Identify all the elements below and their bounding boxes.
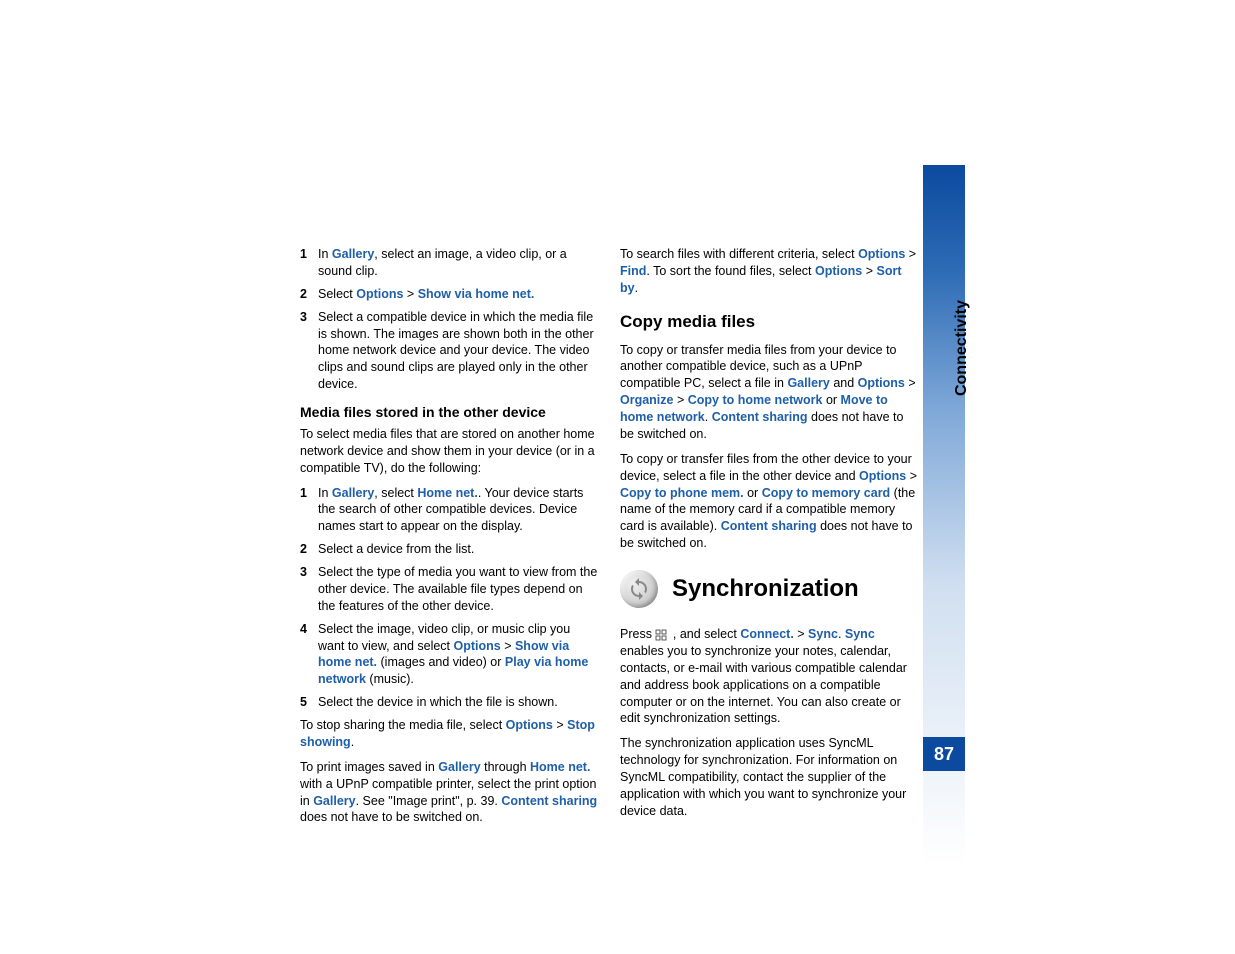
list-item: 2 Select a device from the list.: [300, 541, 600, 558]
link-find[interactable]: Find: [620, 264, 646, 278]
step-text: Select a compatible device in which the …: [318, 309, 600, 393]
paragraph: To stop sharing the media file, select O…: [300, 717, 600, 751]
link-sync[interactable]: Sync: [845, 627, 875, 641]
link-connect[interactable]: Connect.: [740, 627, 793, 641]
heading-row: Synchronization: [620, 570, 920, 608]
page-number: 87: [923, 737, 965, 771]
right-column: To search files with different criteria,…: [620, 246, 920, 834]
step-text: Select Options > Show via home net.: [318, 286, 600, 303]
link-content-sharing[interactable]: Content sharing: [712, 410, 808, 424]
link-options[interactable]: Options: [454, 639, 501, 653]
link-options[interactable]: Options: [858, 376, 905, 390]
paragraph: To select media files that are stored on…: [300, 426, 600, 477]
step-number: 1: [300, 246, 318, 280]
step-number: 4: [300, 621, 318, 689]
paragraph: To search files with different criteria,…: [620, 246, 920, 297]
heading-media-files: Media files stored in the other device: [300, 403, 600, 422]
link-gallery[interactable]: Gallery: [313, 794, 355, 808]
page: Connectivity 87 1 In Gallery, select an …: [0, 0, 1235, 954]
list-item: 3 Select the type of media you want to v…: [300, 564, 600, 615]
link-organize[interactable]: Organize: [620, 393, 674, 407]
step-text: Select the image, video clip, or music c…: [318, 621, 600, 689]
link-options[interactable]: Options: [356, 287, 403, 301]
link-content-sharing[interactable]: Content sharing: [501, 794, 597, 808]
link-home-net[interactable]: Home net.: [417, 486, 477, 500]
paragraph: To print images saved in Gallery through…: [300, 759, 600, 827]
step-text: Select the device in which the file is s…: [318, 694, 600, 711]
sync-icon: [620, 570, 658, 608]
link-show-via-home-net[interactable]: Show via home net.: [418, 287, 535, 301]
link-gallery[interactable]: Gallery: [332, 247, 374, 261]
paragraph: To copy or transfer media files from you…: [620, 342, 920, 443]
link-copy-to-memory-card[interactable]: Copy to memory card: [762, 486, 891, 500]
step-text: Select a device from the list.: [318, 541, 600, 558]
step-number: 5: [300, 694, 318, 711]
link-options[interactable]: Options: [859, 469, 906, 483]
link-content-sharing[interactable]: Content sharing: [721, 519, 817, 533]
step-number: 2: [300, 541, 318, 558]
link-options[interactable]: Options: [815, 264, 862, 278]
step-number: 3: [300, 564, 318, 615]
list-item: 1 In Gallery, select an image, a video c…: [300, 246, 600, 280]
link-copy-to-phone-mem[interactable]: Copy to phone mem.: [620, 486, 744, 500]
step-number: 3: [300, 309, 318, 393]
list-item: 2 Select Options > Show via home net.: [300, 286, 600, 303]
chapter-label: Connectivity: [953, 300, 971, 396]
link-options[interactable]: Options: [506, 718, 553, 732]
paragraph: The synchronization application uses Syn…: [620, 735, 920, 819]
paragraph: To copy or transfer files from the other…: [620, 451, 920, 552]
link-copy-to-home-network[interactable]: Copy to home network: [688, 393, 823, 407]
link-home-net[interactable]: Home net.: [530, 760, 590, 774]
list-item: 4 Select the image, video clip, or music…: [300, 621, 600, 689]
list-item: 5 Select the device in which the file is…: [300, 694, 600, 711]
heading-copy-media-files: Copy media files: [620, 311, 920, 334]
step-number: 1: [300, 485, 318, 536]
refresh-icon: [627, 577, 651, 601]
link-options[interactable]: Options: [858, 247, 905, 261]
link-sync[interactable]: Sync: [808, 627, 838, 641]
step-number: 2: [300, 286, 318, 303]
paragraph: Press , and select Connect. > Sync. Sync…: [620, 626, 920, 727]
left-column: 1 In Gallery, select an image, a video c…: [300, 246, 600, 834]
link-gallery[interactable]: Gallery: [787, 376, 829, 390]
content: 1 In Gallery, select an image, a video c…: [300, 246, 920, 834]
link-gallery[interactable]: Gallery: [438, 760, 480, 774]
step-text: In Gallery, select Home net.. Your devic…: [318, 485, 600, 536]
heading-synchronization: Synchronization: [672, 573, 859, 605]
list-item: 1 In Gallery, select Home net.. Your dev…: [300, 485, 600, 536]
list-item: 3 Select a compatible device in which th…: [300, 309, 600, 393]
link-gallery[interactable]: Gallery: [332, 486, 374, 500]
menu-key-icon: [655, 629, 669, 641]
step-text: Select the type of media you want to vie…: [318, 564, 600, 615]
step-text: In Gallery, select an image, a video cli…: [318, 246, 600, 280]
